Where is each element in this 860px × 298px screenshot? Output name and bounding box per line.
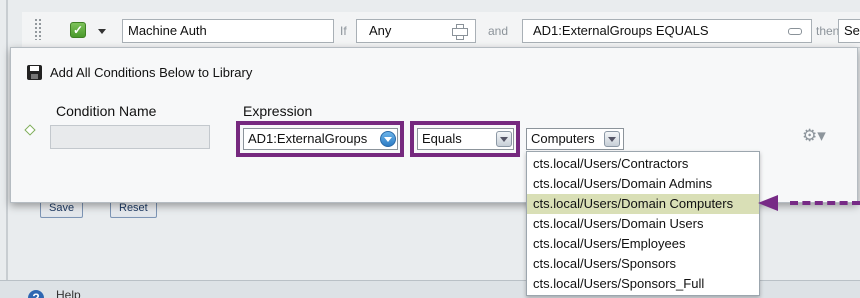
condition-name-input[interactable] bbox=[50, 125, 210, 149]
chevron-down-icon[interactable] bbox=[380, 131, 396, 147]
expression-header: Expression bbox=[243, 103, 313, 119]
and-label: and bbox=[488, 24, 509, 38]
dropdown-item-selected[interactable]: cts.local/Users/Domain Computers bbox=[527, 194, 759, 214]
dropdown-item[interactable]: cts.local/Users/Contractors bbox=[527, 154, 759, 174]
if-label: If bbox=[340, 24, 347, 38]
dropdown-item[interactable]: cts.local/Users/Employees bbox=[527, 234, 759, 254]
condition-field[interactable]: AD1:ExternalGroups EQUALS bbox=[522, 19, 812, 43]
grip-icon[interactable] bbox=[34, 18, 42, 40]
checkbox-checked-icon[interactable]: ✓ bbox=[70, 22, 86, 38]
dropdown-item[interactable]: cts.local/Users/Domain Users bbox=[527, 214, 759, 234]
arrow-head-icon bbox=[758, 195, 778, 211]
dropdown-item[interactable]: cts.local/Users/Sponsors_Full bbox=[527, 274, 759, 294]
expression-attribute-select[interactable]: AD1:ExternalGroups bbox=[243, 128, 398, 150]
chevron-down-icon[interactable] bbox=[98, 29, 106, 34]
save-to-library-icon[interactable] bbox=[27, 65, 42, 80]
chevron-down-icon[interactable] bbox=[496, 131, 512, 147]
then-label: then bbox=[816, 24, 840, 38]
arrow-icon bbox=[790, 201, 860, 205]
left-border bbox=[6, 0, 8, 280]
value-dropdown-list: cts.local/Users/Contractors cts.local/Us… bbox=[526, 151, 760, 296]
minus-icon[interactable] bbox=[788, 28, 802, 35]
gear-icon[interactable]: ⚙▾ bbox=[802, 127, 826, 145]
profile-name-field[interactable]: Machine Auth bbox=[122, 19, 334, 43]
dropdown-item[interactable]: cts.local/Users/Sponsors bbox=[527, 254, 759, 274]
condition-name-header: Condition Name bbox=[56, 103, 157, 119]
help-label[interactable]: Help bbox=[56, 288, 81, 298]
add-to-library-label[interactable]: Add All Conditions Below to Library bbox=[50, 65, 252, 80]
chevron-down-icon[interactable] bbox=[604, 131, 620, 147]
dropdown-item[interactable]: cts.local/Users/Domain Admins bbox=[527, 174, 759, 194]
plus-icon[interactable] bbox=[452, 24, 468, 40]
then-value-field[interactable]: Sel bbox=[838, 19, 860, 43]
